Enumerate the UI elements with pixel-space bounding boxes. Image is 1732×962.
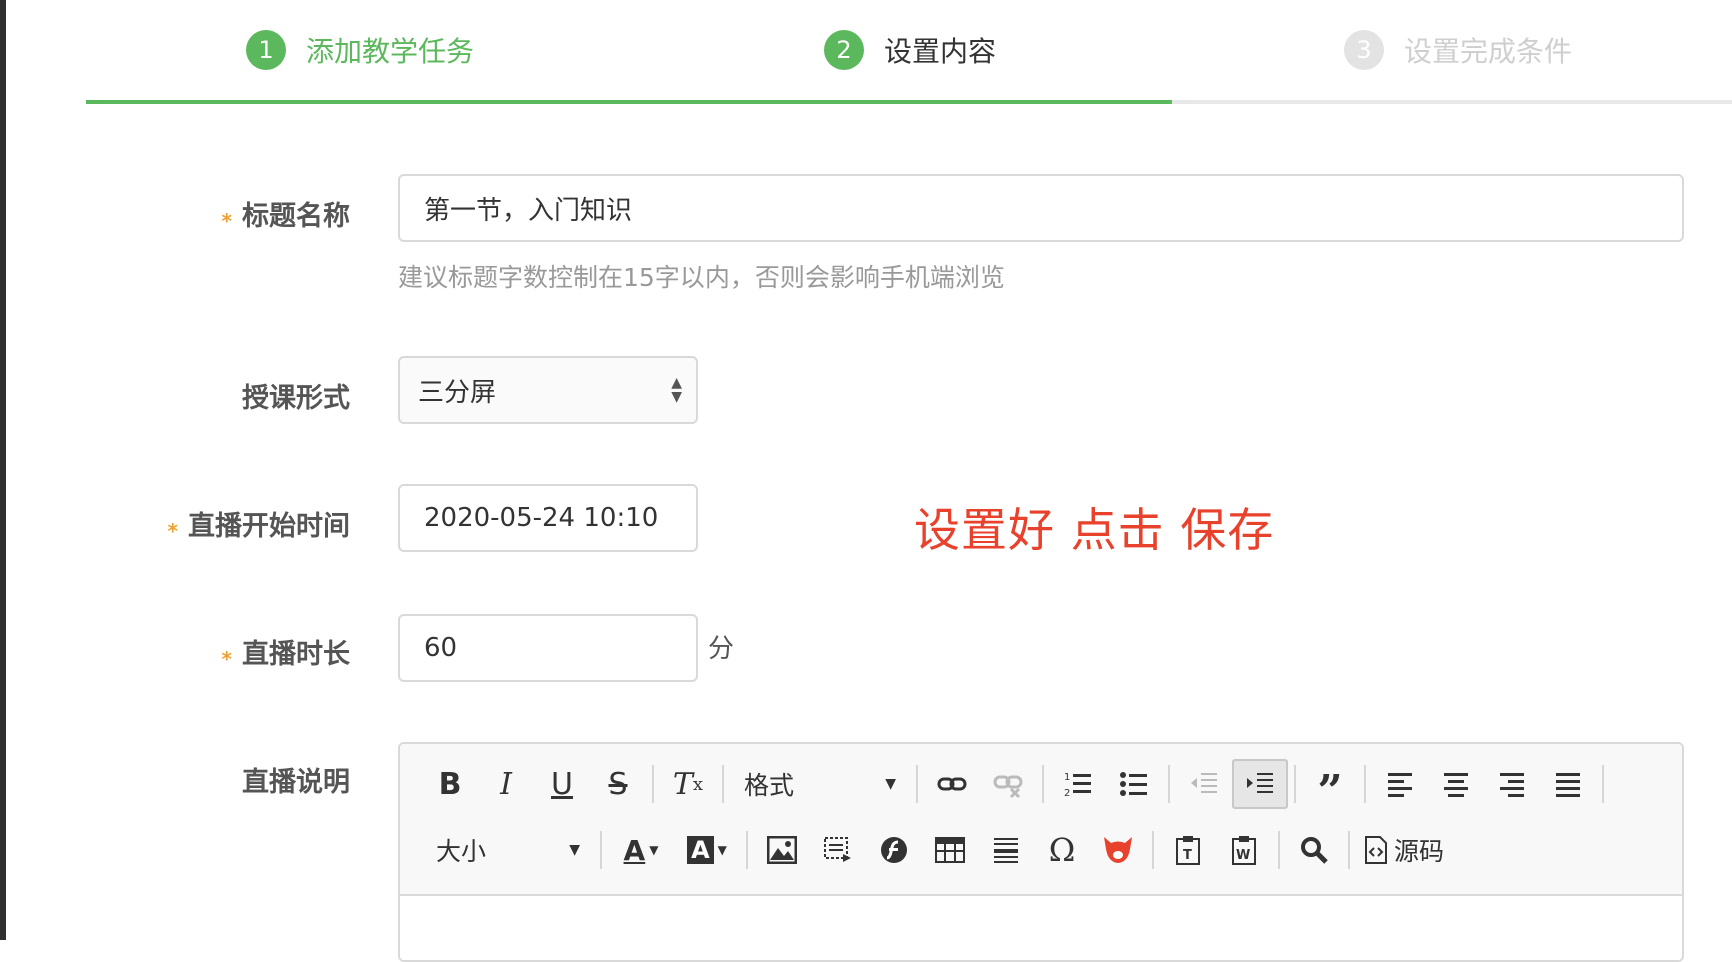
annotation-text: 设置好 点击 保存	[914, 503, 1275, 557]
horizontal-rule-icon[interactable]	[978, 825, 1034, 875]
toolbar-separator	[1348, 831, 1350, 869]
title-label: * 标题名称	[221, 201, 350, 233]
paste-text-icon[interactable]: T	[1160, 825, 1216, 875]
toolbar-separator	[916, 765, 918, 803]
bold-icon[interactable]: B	[422, 759, 478, 809]
bulleted-list-icon[interactable]	[1106, 759, 1162, 809]
search-icon[interactable]	[1286, 825, 1342, 875]
step-2-number: 2	[824, 30, 864, 70]
format-select[interactable]: 三分屏 ▲ ▼	[398, 356, 698, 424]
svg-text:T: T	[1183, 848, 1192, 863]
source-code-icon	[1365, 836, 1387, 864]
step-indicator: 1 添加教学任务 2 设置内容 3 设置完成条件	[86, 0, 1732, 106]
step-1-number: 1	[246, 30, 286, 70]
duration-input[interactable]: 60	[398, 614, 698, 682]
toolbar-separator	[1168, 765, 1170, 803]
paste-word-icon[interactable]: W	[1216, 825, 1272, 875]
chevron-down-icon: ▼	[569, 842, 580, 858]
image-icon[interactable]	[754, 825, 810, 875]
rich-text-editor[interactable]: B I U S Tx 格式 ▼ 12 ” 大小 ▼ A ▼ A ▼ Ω T W …	[398, 742, 1684, 962]
step-3-label: 设置完成条件	[1404, 35, 1573, 68]
svg-text:2: 2	[1064, 788, 1070, 799]
indent-icon[interactable]	[1232, 759, 1288, 809]
window-edge	[0, 0, 6, 940]
duration-label: * 直播时长	[221, 639, 350, 671]
source-code-button[interactable]: 源码	[1356, 825, 1452, 875]
remove-format-icon[interactable]: Tx	[660, 759, 716, 809]
step-2[interactable]: 2 设置内容	[824, 28, 996, 72]
toolbar-row-1: B I U S Tx 格式 ▼ 12 ”	[422, 756, 1610, 817]
flash-icon[interactable]	[866, 825, 922, 875]
required-mark: *	[167, 519, 178, 543]
toolbar-separator	[1152, 831, 1154, 869]
required-mark: *	[221, 647, 232, 671]
link-icon[interactable]	[924, 759, 980, 809]
align-left-icon[interactable]	[1372, 759, 1428, 809]
special-character-icon[interactable]: Ω	[1034, 825, 1090, 875]
start-time-label: * 直播开始时间	[167, 511, 350, 543]
insert-media-icon[interactable]	[810, 825, 866, 875]
chevron-down-icon: ▼	[885, 776, 896, 792]
align-center-icon[interactable]	[1428, 759, 1484, 809]
description-label: 直播说明	[242, 767, 350, 798]
step-progress-track	[86, 100, 1732, 104]
emoticon-icon[interactable]	[1090, 825, 1146, 875]
required-mark: *	[221, 209, 232, 233]
outdent-icon[interactable]	[1176, 759, 1232, 809]
step-3-number: 3	[1344, 30, 1384, 70]
toolbar-separator	[1364, 765, 1366, 803]
toolbar-separator	[1042, 765, 1044, 803]
editor-toolbar: B I U S Tx 格式 ▼ 12 ” 大小 ▼ A ▼ A ▼ Ω T W …	[400, 744, 1682, 896]
editor-content-area[interactable]	[400, 896, 1682, 960]
title-input[interactable]: 第一节，入门知识	[398, 174, 1684, 242]
step-progress-fill	[86, 100, 1173, 104]
toolbar-separator	[600, 831, 602, 869]
source-code-label: 源码	[1394, 837, 1445, 866]
size-dropdown[interactable]: 大小 ▼	[422, 825, 594, 875]
step-1[interactable]: 1 添加教学任务	[246, 28, 474, 72]
toolbar-separator	[1294, 765, 1296, 803]
strikethrough-icon[interactable]: S	[590, 759, 646, 809]
toolbar-row-2: 大小 ▼ A ▼ A ▼ Ω T W 源码	[422, 822, 1452, 878]
svg-text:1: 1	[1064, 772, 1070, 783]
svg-text:W: W	[1236, 848, 1250, 863]
align-justify-icon[interactable]	[1540, 759, 1596, 809]
text-color-icon[interactable]: A ▼	[608, 825, 674, 875]
italic-icon[interactable]: I	[478, 759, 534, 809]
step-2-label: 设置内容	[884, 35, 997, 68]
toolbar-separator	[746, 831, 748, 869]
background-color-icon[interactable]: A ▼	[674, 825, 740, 875]
align-right-icon[interactable]	[1484, 759, 1540, 809]
blockquote-icon[interactable]: ”	[1302, 759, 1358, 817]
numbered-list-icon[interactable]: 12	[1050, 759, 1106, 809]
toolbar-separator	[1278, 831, 1280, 869]
toolbar-separator	[652, 765, 654, 803]
start-time-input[interactable]: 2020-05-24 10:10	[398, 484, 698, 552]
format-dropdown[interactable]: 格式 ▼	[730, 759, 910, 809]
underline-icon[interactable]: U	[534, 759, 590, 809]
duration-unit: 分	[708, 634, 735, 664]
table-icon[interactable]	[922, 825, 978, 875]
select-arrows-icon: ▲ ▼	[671, 375, 682, 405]
format-label: 授课形式	[242, 383, 350, 414]
toolbar-separator	[722, 765, 724, 803]
step-3[interactable]: 3 设置完成条件	[1344, 28, 1572, 72]
title-hint: 建议标题字数控制在15字以内，否则会影响手机端浏览	[398, 263, 1005, 292]
step-1-label: 添加教学任务	[306, 35, 475, 68]
unlink-icon[interactable]	[980, 759, 1036, 809]
toolbar-separator	[1602, 765, 1604, 803]
